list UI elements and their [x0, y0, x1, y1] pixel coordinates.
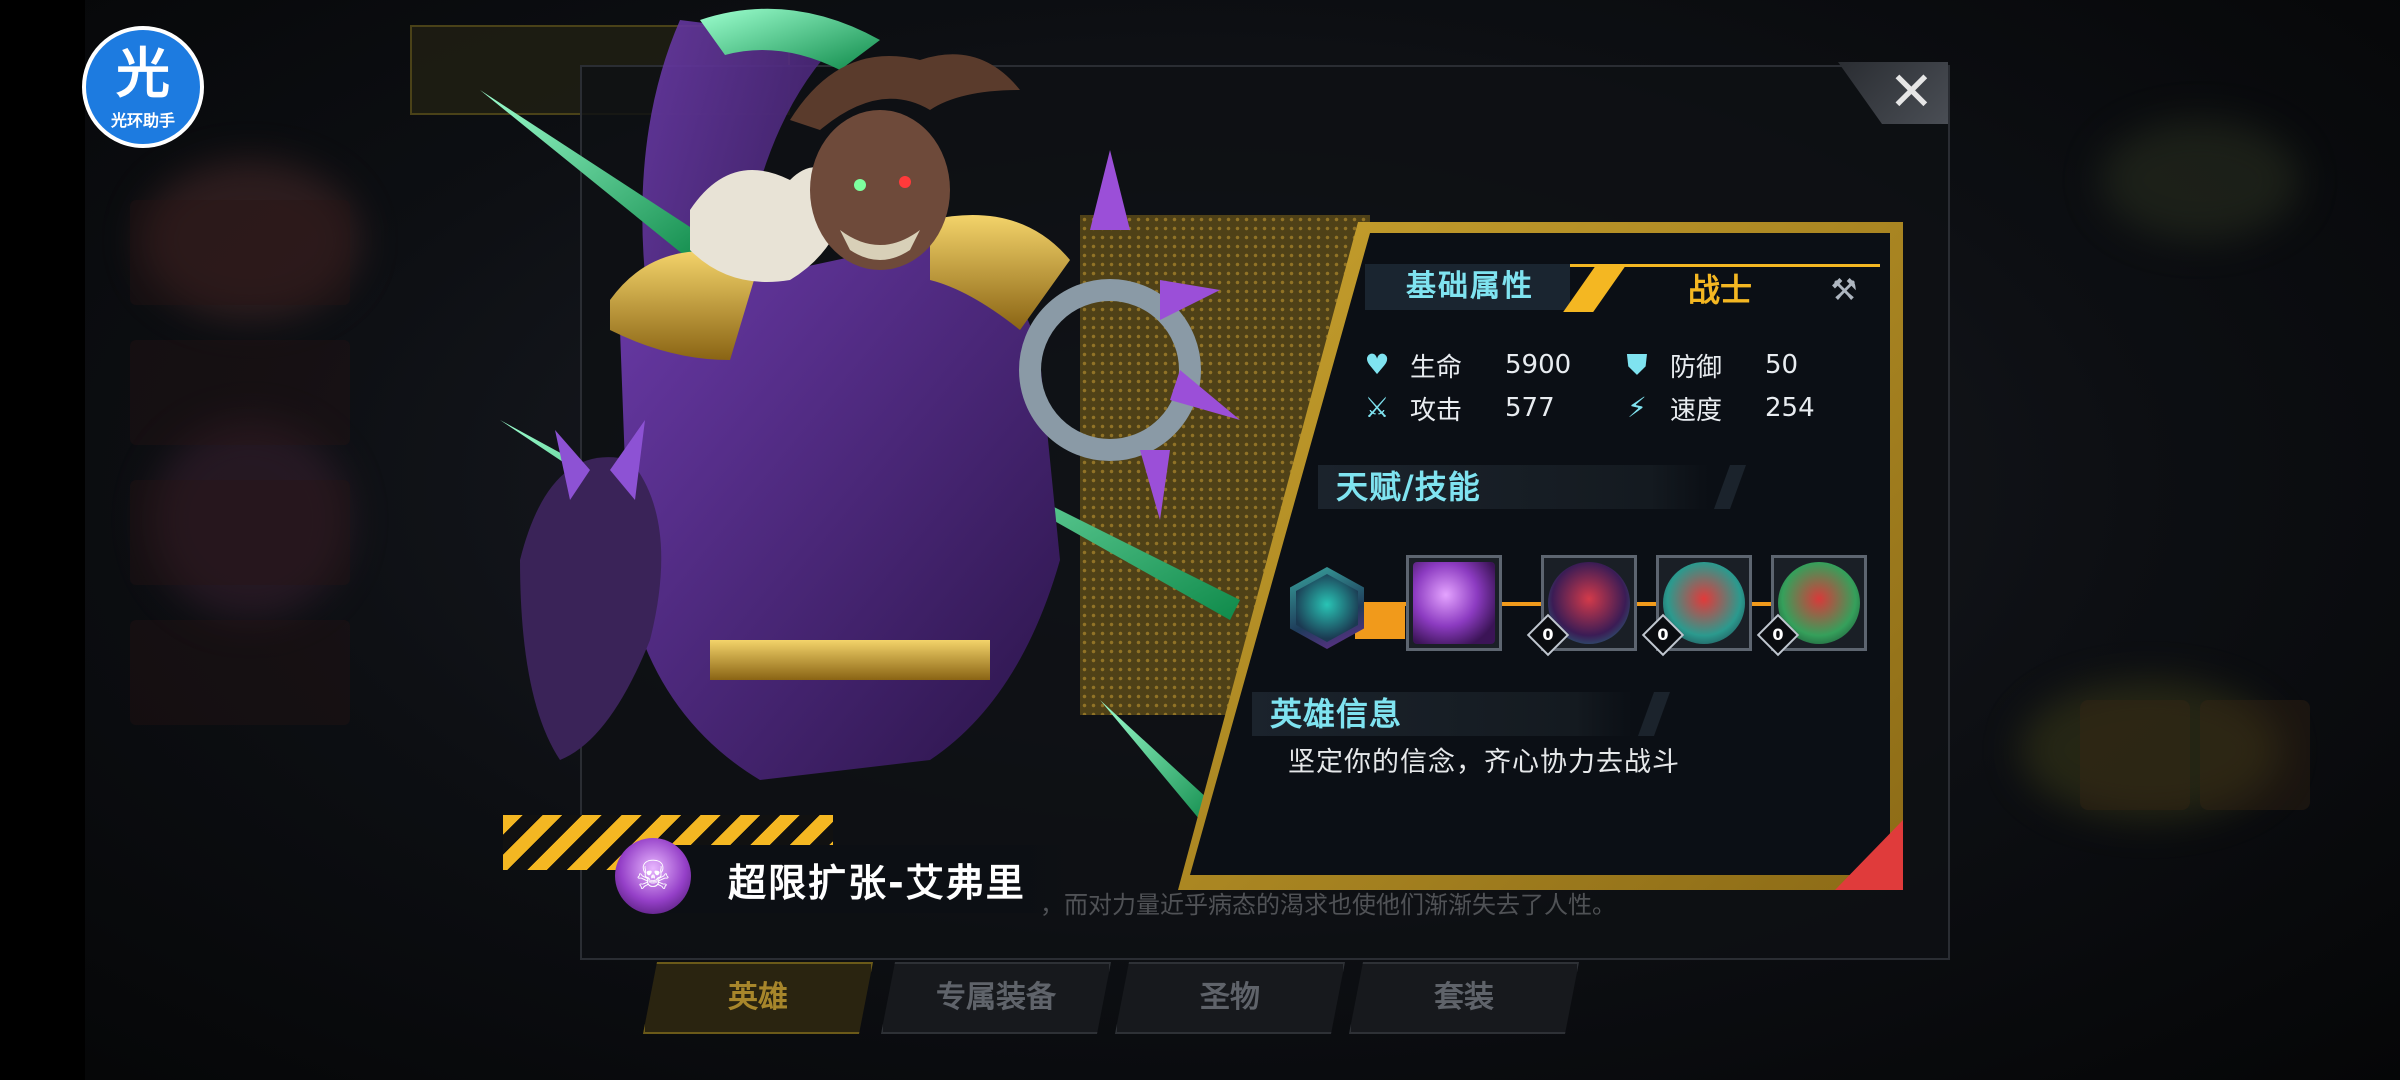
bg-list-card — [130, 620, 350, 725]
skill-1-icon — [1413, 562, 1495, 644]
hero-name: 超限扩张-艾弗里 — [728, 861, 1026, 905]
lightning-icon: ⚡ — [1627, 391, 1647, 424]
tab-exclusive-equipment[interactable]: 专属装备 — [881, 962, 1111, 1034]
axe-icon: ⚒ — [1830, 273, 1858, 308]
tab-relic[interactable]: 圣物 — [1115, 962, 1345, 1034]
app-logo-label: 光环助手 — [110, 111, 175, 130]
hero-lore-text: ，而对力量近乎病态的渴求也使他们渐渐失去了人性。 — [1040, 891, 1616, 919]
class-slash-decoration — [1563, 264, 1627, 312]
hero-class-label: 战士 — [1687, 271, 1752, 309]
bg-list-card — [130, 200, 350, 305]
bg-list-card — [130, 340, 350, 445]
tab-set[interactable]: 套装 — [1349, 962, 1579, 1034]
stat-attack: ⚔ 攻击 577 — [1362, 390, 1555, 426]
tab-hero[interactable]: 英雄 — [643, 962, 873, 1034]
skills-header-label: 天赋/技能 — [1336, 468, 1481, 506]
game-screen: { "app_logo": { "glyph": "光", "label": "… — [0, 0, 2400, 1080]
skill-slot-1[interactable] — [1406, 555, 1502, 651]
stat-name: 生命 — [1410, 352, 1463, 383]
stat-name: 防御 — [1670, 352, 1723, 383]
app-logo[interactable]: 光 光环助手 — [82, 26, 204, 148]
close-icon[interactable]: ✕ — [1889, 64, 1934, 120]
letterbox-left — [0, 0, 85, 1080]
app-logo-glyph: 光 — [116, 42, 170, 105]
class-tab: 战士 ⚒ — [1563, 264, 1880, 312]
bg-list-card — [130, 480, 350, 585]
shield-icon: ⛊ — [1626, 348, 1648, 381]
hero-info-header: 英雄信息 — [1252, 692, 1671, 736]
attributes-header: 基础属性 — [1365, 264, 1575, 310]
bg-item-card — [2200, 700, 2310, 810]
hero-description: 坚定你的信念，齐心协力去战斗 — [1288, 747, 1680, 778]
stat-name: 速度 — [1670, 395, 1723, 426]
skull-icon: ☠ — [615, 838, 691, 914]
stat-value: 50 — [1765, 350, 1799, 380]
stat-name: 攻击 — [1410, 395, 1463, 426]
stat-speed: ⚡ 速度 254 — [1622, 390, 1815, 426]
stat-hp: ♥ 生命 5900 — [1362, 347, 1571, 383]
heart-icon: ♥ — [1364, 348, 1390, 381]
bg-decoration — [2100, 120, 2300, 240]
stat-value: 5900 — [1505, 350, 1572, 380]
hero-portrait — [480, 8, 1240, 820]
stat-defense: ⛊ 防御 50 — [1622, 347, 1798, 383]
skills-header: 天赋/技能 — [1318, 465, 1747, 509]
stat-value: 577 — [1505, 393, 1555, 423]
hero-info-header-label: 英雄信息 — [1270, 695, 1403, 733]
stat-value: 254 — [1765, 393, 1815, 423]
bg-item-card — [2080, 700, 2190, 810]
sword-icon: ⚔ — [1364, 391, 1390, 424]
